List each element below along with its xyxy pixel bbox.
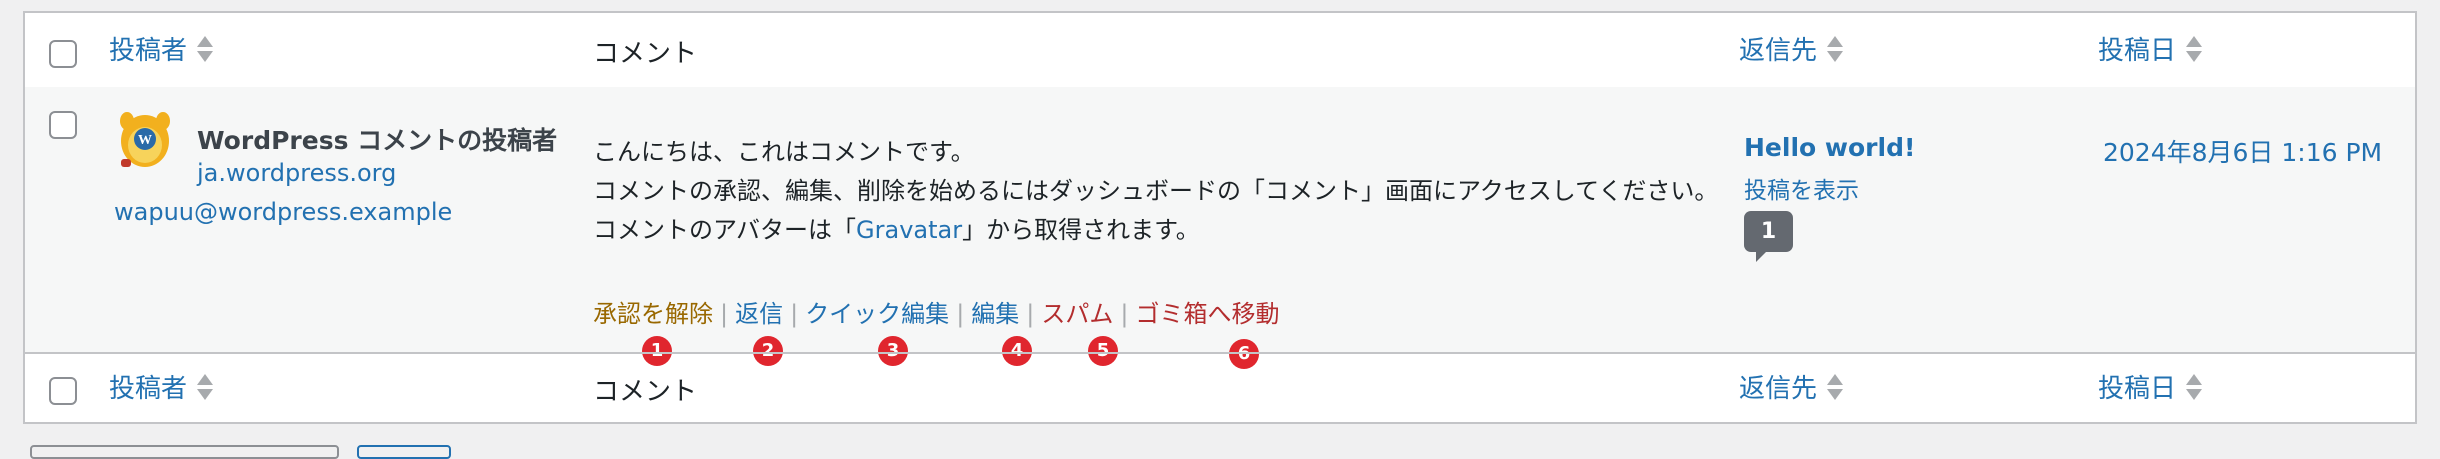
- sort-arrows-icon: [197, 34, 214, 64]
- comment-checkbox[interactable]: [49, 111, 77, 139]
- comment-line-1: こんにちは、これはコメントです。: [593, 138, 975, 166]
- wapuu-avatar-icon: W: [120, 112, 170, 167]
- trash-action[interactable]: ゴミ箱へ移動: [1135, 300, 1279, 328]
- comment-body: こんにちは、これはコメントです。 コメントの承認、編集、削除を始めるにはダッシュ…: [593, 133, 1733, 250]
- sort-date-header[interactable]: 投稿日: [2098, 30, 2203, 67]
- action-separator: |: [790, 300, 799, 328]
- author-footer-label: 投稿者: [109, 374, 188, 404]
- table-header: 投稿者 コメント 返信先 投稿日: [25, 13, 2415, 89]
- sort-response-header[interactable]: 返信先: [1739, 30, 1844, 67]
- reply-action[interactable]: 返信: [735, 300, 783, 328]
- sort-date-footer[interactable]: 投稿日: [2098, 368, 2203, 405]
- comment-line-3: コメントのアバターは「Gravatar」から取得されます。: [593, 216, 1200, 244]
- comment-footer-label: コメント: [593, 377, 698, 407]
- date-header-label: 投稿日: [2098, 36, 2177, 66]
- action-separator: |: [956, 300, 965, 328]
- apply-button[interactable]: [357, 445, 451, 459]
- bulk-action-select[interactable]: [30, 445, 339, 459]
- action-separator: |: [720, 300, 729, 328]
- edit-action[interactable]: 編集: [971, 300, 1019, 328]
- comment-line-2: コメントの承認、編集、削除を始めるにはダッシュボードの「コメント」画面にアクセス…: [593, 177, 1719, 205]
- table-footer: 投稿者 コメント 返信先 投稿日: [25, 352, 2415, 428]
- action-separator: |: [1026, 300, 1035, 328]
- sort-arrows-icon: [1827, 372, 1844, 402]
- sort-author-header[interactable]: 投稿者: [109, 30, 214, 67]
- gravatar-link[interactable]: Gravatar: [856, 216, 962, 244]
- spam-action[interactable]: スパム: [1041, 300, 1113, 328]
- sort-arrows-icon: [2186, 372, 2203, 402]
- select-all-checkbox-footer[interactable]: [49, 377, 77, 405]
- response-post-title[interactable]: Hello world!: [1744, 133, 1915, 162]
- response-footer-label: 返信先: [1739, 374, 1818, 404]
- author-header-label: 投稿者: [109, 36, 188, 66]
- comments-table: 投稿者 コメント 返信先 投稿日 W WordPress コメントの投稿者 ja…: [23, 11, 2417, 424]
- view-post-link[interactable]: 投稿を表示: [1744, 171, 1859, 205]
- row-actions: 承認を解除 | 返信 | クイック編集 | 編集 | スパム | ゴミ箱へ移動: [593, 294, 1279, 329]
- response-header-label: 返信先: [1739, 36, 1818, 66]
- comment-author-url[interactable]: ja.wordpress.org: [197, 159, 396, 187]
- comment-count-bubble-icon[interactable]: 1: [1744, 211, 1793, 262]
- date-footer-label: 投稿日: [2098, 374, 2177, 404]
- sort-response-footer[interactable]: 返信先: [1739, 368, 1844, 405]
- select-all-checkbox[interactable]: [49, 40, 77, 68]
- comment-author-name: WordPress コメントの投稿者: [197, 126, 558, 155]
- comment-author-email[interactable]: wapuu@wordpress.example: [114, 198, 452, 226]
- sort-arrows-icon: [1827, 34, 1844, 64]
- comment-header-label: コメント: [593, 39, 698, 69]
- sort-arrows-icon: [2186, 34, 2203, 64]
- unapprove-action[interactable]: 承認を解除: [593, 300, 713, 328]
- svg-text:W: W: [138, 133, 152, 148]
- sort-author-footer[interactable]: 投稿者: [109, 368, 214, 405]
- quick-edit-action[interactable]: クイック編集: [805, 300, 949, 328]
- comment-row: W WordPress コメントの投稿者 ja.wordpress.org wa…: [25, 87, 2415, 369]
- sort-arrows-icon: [197, 372, 214, 402]
- action-separator: |: [1120, 300, 1129, 328]
- comment-date[interactable]: 2024年8月6日 1:16 PM: [2103, 133, 2382, 169]
